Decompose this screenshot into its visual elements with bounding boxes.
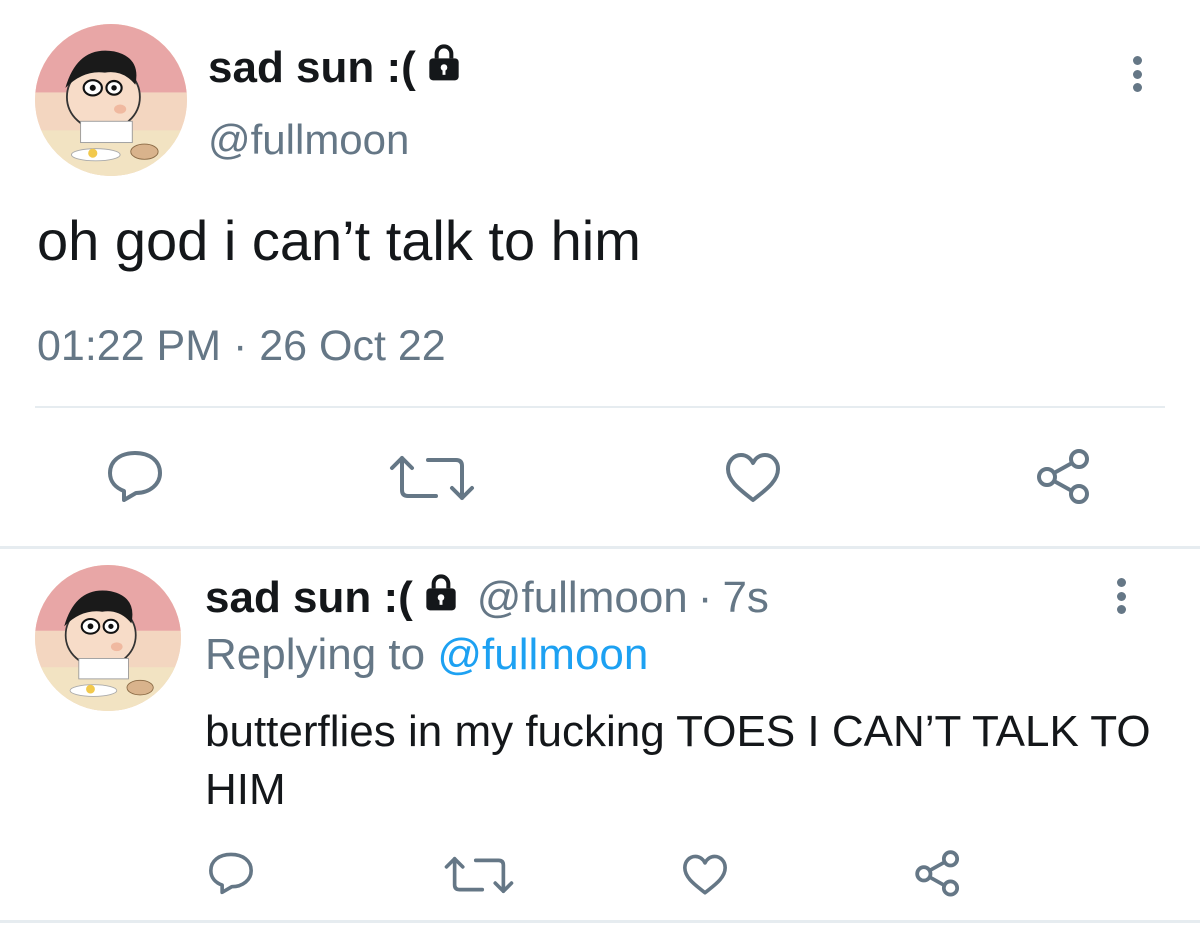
tweet-separator: [0, 920, 1200, 923]
lock-icon: [422, 40, 466, 95]
like-icon: [683, 854, 727, 895]
lock-icon: [419, 570, 463, 625]
reply-icon: [108, 451, 162, 502]
tweet-text: oh god i can’t talk to him: [37, 209, 641, 272]
retweet-icon: [444, 856, 514, 894]
timestamp[interactable]: 01:22 PM · 26 Oct 22: [37, 322, 446, 371]
retweet-button[interactable]: [384, 450, 480, 506]
tweet-age[interactable]: 7s: [722, 573, 768, 623]
like-button[interactable]: [680, 852, 730, 898]
share-button[interactable]: [1034, 446, 1094, 506]
avatar-image: [35, 565, 181, 711]
handle[interactable]: @fullmoon: [477, 573, 688, 623]
handle[interactable]: @fullmoon: [208, 116, 409, 164]
share-icon: [915, 850, 960, 897]
share-button[interactable]: [913, 848, 963, 898]
tweet-separator: [0, 546, 1200, 549]
replying-to: Replying to @fullmoon: [205, 630, 648, 680]
more-options-icon[interactable]: [1115, 578, 1127, 614]
avatar-image: [35, 24, 187, 176]
display-name[interactable]: sad sun :(: [205, 573, 413, 623]
replying-to-label: Replying to: [205, 630, 426, 679]
reply-button[interactable]: [104, 448, 166, 504]
reply-header: sad sun :( @fullmoon · 7s: [205, 570, 769, 625]
more-options-icon[interactable]: [1131, 56, 1143, 92]
avatar[interactable]: [35, 24, 187, 176]
separator-dot: ·: [697, 572, 713, 622]
divider: [35, 406, 1165, 408]
reply-button[interactable]: [206, 850, 256, 896]
display-name[interactable]: sad sun :(: [208, 43, 416, 93]
tweet-thread: sad sun :( @fullmoon oh god i can’t talk…: [0, 0, 1200, 925]
share-icon: [1037, 449, 1089, 504]
replying-to-mention[interactable]: @fullmoon: [437, 630, 648, 679]
retweet-icon: [390, 456, 474, 500]
reply-icon: [209, 852, 253, 895]
like-icon: [726, 453, 780, 502]
like-button[interactable]: [722, 450, 784, 506]
avatar[interactable]: [35, 565, 181, 711]
main-tweet[interactable]: sad sun :( @fullmoon oh god i can’t talk…: [0, 0, 1200, 548]
tweet-text: butterflies in my fucking TOES I CAN’T T…: [205, 707, 1151, 814]
display-name-row[interactable]: sad sun :(: [208, 40, 466, 95]
retweet-button[interactable]: [440, 852, 518, 898]
